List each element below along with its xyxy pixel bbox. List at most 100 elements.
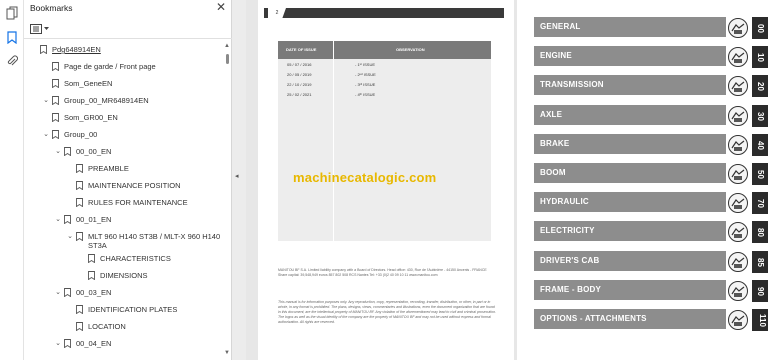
chapter-label: ELECTRICITY [540,226,595,236]
expand-chevron-icon[interactable]: ⌄ [42,96,50,106]
close-icon[interactable]: ✕ [216,0,226,14]
issue-date: 20 / 05 / 2019 [287,72,312,77]
chapter-number: 40 [752,133,768,156]
bookmark-label: 00_03_EN [76,288,112,297]
expand-chevron-icon[interactable]: ⌄ [54,147,62,157]
document-page-left: 2 DATE OF ISSUE OBSERVATION 05 / 07 / 20… [258,0,514,360]
chapter-number-text: 90 [755,286,765,296]
bookmark-options-icon [30,24,42,34]
chapter-tab[interactable]: TRANSMISSION 20 [534,75,768,98]
bookmark-options-button[interactable] [30,22,52,36]
bookmark-item[interactable]: ⌄ MLT 960 H140 ST3B / MLT-X 960 H140 ST3A [66,232,223,250]
chapter-tab[interactable]: BRAKE 40 [534,133,768,156]
bookmark-item[interactable]: ⌄ 00_00_EN [54,147,111,161]
bookmark-item[interactable]: DIMENSIONS [78,271,148,285]
chapter-label: TRANSMISSION [540,80,604,90]
bookmark-item[interactable]: CHARACTERISTICS [78,254,171,268]
watermark-text: machinecatalogic.com [293,170,437,185]
chapter-bar: ELECTRICITY [534,221,726,242]
chapter-label: ENGINE [540,51,572,61]
expand-chevron-icon[interactable]: ⌄ [66,232,74,242]
chapter-tab[interactable]: ELECTRICITY 80 [534,221,768,244]
expand-chevron-icon[interactable]: ⌄ [54,339,62,349]
chapter-tab[interactable]: HYDRAULIC 70 [534,192,768,215]
bookmark-tree: Pdg648914EN Page de garde / Front page Som… [24,42,224,360]
scroll-down-icon[interactable]: ▼ [224,350,230,356]
bookmark-label: Group_00_MR648914EN [64,96,149,105]
chapter-number: 20 [752,75,768,98]
chapter-number: 80 [752,221,768,244]
panel-title: Bookmarks [30,3,73,13]
bookmark-item[interactable]: MAINTENANCE POSITION [66,181,181,195]
chapter-number-text: 10 [755,53,765,63]
page-thumbnails-icon[interactable] [3,4,21,22]
expand-chevron-icon[interactable]: ⌄ [54,215,62,225]
observation-column-header: OBSERVATION [396,47,425,52]
bookmark-item[interactable]: ⌄ Group_00 [42,130,97,144]
bookmark-icon [64,147,71,156]
bookmark-icon [76,232,83,241]
bookmark-item[interactable]: RULES FOR MAINTENANCE [66,198,188,212]
issue-row: 22 / 10 / 2019 - 3ʳᵈ ISSUE [278,80,491,90]
chapter-tab[interactable]: DRIVER'S CAB 85 [534,250,768,273]
chapter-tab[interactable]: OPTIONS - ATTACHMENTS 110 [534,309,768,331]
bookmark-icon [76,198,83,207]
issue-table: DATE OF ISSUE OBSERVATION 05 / 07 / 2016… [278,41,491,241]
issue-table-header: DATE OF ISSUE OBSERVATION [278,41,491,59]
bookmark-icon [76,164,83,173]
chapter-tab[interactable]: FRAME - BODY 90 [534,279,768,302]
panel-splitter[interactable] [232,0,246,360]
expand-chevron-icon[interactable]: ⌄ [54,288,62,298]
bookmark-label: Som_GR00_EN [64,113,118,122]
issue-date: 22 / 10 / 2019 [287,82,312,87]
expand-chevron-icon[interactable]: ⌄ [42,130,50,140]
scroll-up-icon[interactable]: ▲ [224,43,230,49]
chapter-label: AXLE [540,109,563,119]
bookmark-item[interactable]: ⌄ 00_04_EN [54,339,111,353]
chapter-bar: TRANSMISSION [534,75,726,96]
brake-icon [726,133,750,156]
chapter-tab[interactable]: BOOM 50 [534,163,768,185]
bookmark-item[interactable]: Page de garde / Front page [42,62,156,76]
bookmark-item[interactable]: ⌄ 00_03_EN [54,288,111,302]
caret-spacer [66,164,74,174]
bookmark-item[interactable]: ⌄ Group_00_MR648914EN [42,96,149,110]
bookmark-icon [52,130,59,139]
chapter-number: 00 [752,17,768,39]
scrollbar-thumb[interactable] [226,54,229,64]
chapter-bar: AXLE [534,104,726,125]
attachments-icon[interactable] [3,52,21,70]
chapter-tab[interactable]: GENERAL 00 [534,17,768,39]
bookmark-item[interactable]: Pdg648914EN [30,45,101,59]
chapter-tab[interactable]: ENGINE 10 [534,46,768,69]
chapter-bar: DRIVER'S CAB [534,250,726,271]
collapse-panel-icon[interactable]: ◂ [235,172,239,180]
bookmark-item[interactable]: LOCATION [66,322,126,336]
chapter-number: 10 [752,46,768,69]
bookmark-item[interactable]: Som_GR00_EN [42,113,118,127]
bookmark-item[interactable]: IDENTIFICATION PLATES [66,305,177,319]
bookmarks-icon[interactable] [3,28,21,46]
chapter-bar: FRAME - BODY [534,279,726,300]
bookmark-item[interactable]: ⌄ 00_01_EN [54,215,111,229]
bookmark-label: RULES FOR MAINTENANCE [88,198,188,207]
options-attachments-icon [726,309,750,331]
chapter-tab[interactable]: AXLE 30 [534,104,768,127]
bookmark-icon [40,45,47,54]
bookmark-item[interactable]: Som_GeneEN [42,79,112,93]
bookmark-label: DIMENSIONS [100,271,148,280]
bookmark-item[interactable]: PREAMBLE [66,164,129,178]
bookmark-icon [64,339,71,348]
chapter-number-text: 50 [755,170,765,179]
caret-spacer [42,79,50,89]
chapter-number: 30 [752,104,768,127]
chapter-bar: BOOM [534,163,726,183]
chapter-bar: GENERAL [534,17,726,37]
bookmark-icon [64,215,71,224]
scrollbar[interactable] [224,42,232,360]
issue-date: 05 / 07 / 2016 [287,62,312,67]
transmission-icon [726,75,750,98]
chapter-label: GENERAL [540,22,581,31]
bookmark-label: 00_01_EN [76,215,112,224]
chapter-number: 70 [752,192,768,215]
